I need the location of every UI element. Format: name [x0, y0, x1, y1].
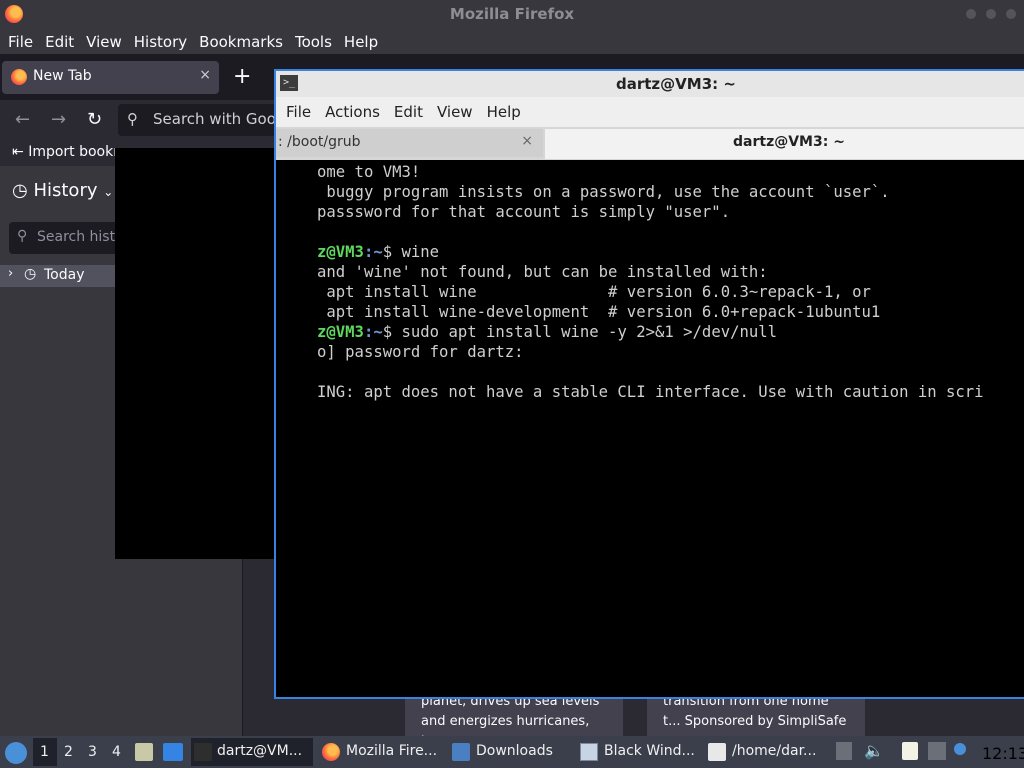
- prompt-path: :~: [363, 323, 383, 341]
- term-menu-actions[interactable]: Actions: [318, 103, 387, 121]
- workspace-1[interactable]: 1: [40, 744, 49, 760]
- terminal-icon: >_: [280, 75, 298, 91]
- menu-tools[interactable]: Tools: [289, 33, 338, 51]
- prompt-user: z@VM3: [317, 323, 364, 341]
- search-icon: ⚲: [127, 110, 138, 128]
- terminal-tab-label: : /boot/grub: [278, 134, 361, 150]
- import-bookmarks-button[interactable]: ⇤ Import bookm: [12, 144, 127, 160]
- today-label: Today: [44, 267, 85, 283]
- prompt-command: $ sudo apt install wine -y 2>&1 >/dev/nu…: [382, 323, 778, 341]
- firefox-icon: [322, 743, 340, 761]
- reload-icon[interactable]: ↻: [87, 109, 102, 130]
- tab-label: New Tab: [33, 68, 92, 84]
- clipboard-icon[interactable]: [836, 742, 852, 760]
- sidebar-title: History: [33, 180, 98, 201]
- task-editor[interactable]: /home/dar...: [708, 738, 830, 766]
- prompt-command: $ wine: [382, 243, 440, 261]
- editor-icon: [708, 743, 726, 761]
- menu-help[interactable]: Help: [338, 33, 384, 51]
- chevron-right-icon: ›: [8, 266, 14, 281]
- firefox-window-title: Mozilla Firefox: [449, 5, 575, 23]
- menu-bookmarks[interactable]: Bookmarks: [193, 33, 289, 51]
- task-firefox[interactable]: Mozilla Fire...: [322, 738, 446, 766]
- terminal-line: passsword for that account is simply "us…: [317, 203, 731, 221]
- terminal-tab-boot-grub[interactable]: : /boot/grub ×: [276, 129, 543, 157]
- firefox-tab-icon: [11, 69, 27, 85]
- import-icon: ⇤: [12, 144, 24, 160]
- prompt-user: z@VM3: [317, 243, 364, 261]
- terminal-line: o] password for dartz:: [317, 343, 524, 361]
- terminal-icon: [194, 743, 212, 761]
- terminal-menubar: File Actions Edit View Help: [276, 97, 1024, 127]
- task-terminal[interactable]: dartz@VM...: [191, 738, 313, 766]
- news-card-text: planet, drives up sea levels and energiz…: [421, 694, 600, 736]
- terminal-line: apt install wine # version 6.0.3~repack-…: [317, 283, 871, 301]
- network-icon[interactable]: [928, 742, 946, 760]
- update-notifier-icon[interactable]: [954, 743, 966, 755]
- menu-view[interactable]: View: [80, 33, 128, 51]
- folder-icon: [452, 743, 470, 761]
- prompt-path: :~: [363, 243, 383, 261]
- terminal-line: z@VM3:~$ sudo apt install wine -y 2>&1 >…: [317, 322, 1024, 342]
- task-label: dartz@VM...: [217, 743, 303, 759]
- task-label: Mozilla Fire...: [346, 743, 438, 759]
- menu-history[interactable]: History: [128, 33, 193, 51]
- workspace-4[interactable]: 4: [112, 744, 121, 760]
- new-tab-button[interactable]: +: [233, 64, 251, 89]
- terminal-window-title: dartz@VM3: ~: [616, 75, 736, 93]
- terminal-line: apt install wine-development # version 6…: [317, 303, 881, 321]
- term-menu-edit[interactable]: Edit: [387, 103, 430, 121]
- sidebar-header[interactable]: ◷ History ⌄: [12, 180, 113, 201]
- terminal-titlebar: dartz@VM3: ~: [276, 71, 1024, 97]
- file-manager-launcher-icon[interactable]: [135, 743, 153, 761]
- window-icon: [580, 743, 598, 761]
- menu-file[interactable]: File: [2, 33, 39, 51]
- terminal-tab-label: dartz@VM3: ~: [733, 134, 845, 150]
- tab-close-icon[interactable]: ×: [521, 133, 533, 149]
- task-downloads[interactable]: Downloads: [452, 738, 572, 766]
- task-label: Black Wind...: [604, 743, 695, 759]
- notes-icon[interactable]: [902, 742, 918, 760]
- terminal-line: ome to VM3!: [317, 163, 421, 181]
- minimize-icon[interactable]: [966, 9, 976, 19]
- back-arrow-icon[interactable]: ←: [15, 109, 30, 130]
- terminal-line: buggy program insists on a password, use…: [317, 183, 890, 201]
- chevron-down-icon: ⌄: [103, 185, 114, 199]
- tab-close-icon[interactable]: ×: [199, 67, 211, 83]
- menu-edit[interactable]: Edit: [39, 33, 80, 51]
- import-bookmarks-label: Import bookm: [28, 144, 127, 160]
- search-icon: ⚲: [17, 228, 28, 244]
- workspace-3[interactable]: 3: [88, 744, 97, 760]
- volume-icon[interactable]: 🔈: [864, 741, 884, 760]
- clock-icon: ◷: [12, 180, 28, 201]
- clock[interactable]: 12:13: [982, 744, 1024, 763]
- terminal-output[interactable]: ome to VM3! buggy program insists on a p…: [317, 162, 1024, 402]
- firefox-menubar: File Edit View History Bookmarks Tools H…: [0, 29, 1024, 54]
- terminal-line: ING: apt does not have a stable CLI inte…: [317, 383, 984, 401]
- news-card-text: transition from one home t... Sponsored …: [663, 694, 847, 729]
- clock-icon: ◷: [24, 266, 37, 282]
- show-desktop-icon[interactable]: [163, 743, 183, 761]
- start-menu-icon[interactable]: [5, 742, 27, 764]
- firefox-titlebar: Mozilla Firefox: [0, 0, 1024, 29]
- term-menu-view[interactable]: View: [430, 103, 480, 121]
- terminal-tab-home[interactable]: dartz@VM3: ~: [545, 129, 1024, 159]
- term-menu-file[interactable]: File: [279, 103, 318, 121]
- task-label: /home/dar...: [732, 743, 817, 759]
- history-search-placeholder: Search histo: [37, 229, 124, 245]
- task-black-window[interactable]: Black Wind...: [580, 738, 702, 766]
- close-icon[interactable]: [1006, 9, 1016, 19]
- tab-new-tab[interactable]: New Tab ×: [2, 61, 219, 94]
- terminal-line: and 'wine' not found, but can be install…: [317, 263, 768, 281]
- terminal-line: z@VM3:~$ wine: [317, 242, 1024, 262]
- firefox-logo-icon: [5, 5, 23, 23]
- task-label: Downloads: [476, 743, 553, 759]
- forward-arrow-icon[interactable]: →: [51, 109, 66, 130]
- term-menu-help[interactable]: Help: [480, 103, 528, 121]
- maximize-icon[interactable]: [986, 9, 996, 19]
- workspace-2[interactable]: 2: [64, 744, 73, 760]
